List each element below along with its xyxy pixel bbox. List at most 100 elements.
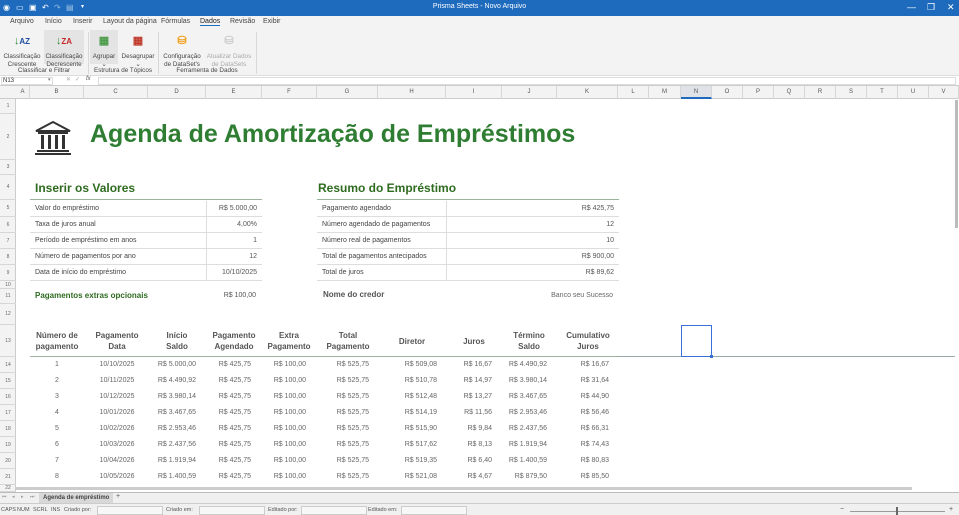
row-header-9[interactable]: 9 <box>0 265 16 281</box>
column-header-p[interactable]: P <box>743 86 774 99</box>
table-cell[interactable]: 5 <box>27 425 87 432</box>
menu-revisao[interactable]: Revisão <box>230 18 255 25</box>
next-sheet-icon[interactable]: ▸ <box>21 494 24 500</box>
row-header-15[interactable]: 15 <box>0 373 16 389</box>
column-header-i[interactable]: I <box>446 86 502 99</box>
row-header-20[interactable]: 20 <box>0 453 16 469</box>
table-cell[interactable]: R$ 425,75 <box>191 361 251 368</box>
table-cell[interactable]: R$ 525,75 <box>309 377 369 384</box>
column-header-m[interactable]: M <box>649 86 681 99</box>
table-cell[interactable]: 8 <box>27 473 87 480</box>
input-value[interactable]: 4,00% <box>237 217 257 233</box>
column-header-a[interactable]: A <box>16 86 30 99</box>
column-header-v[interactable]: V <box>929 86 959 99</box>
table-cell[interactable]: R$ 2.953,46 <box>487 409 547 416</box>
fill-handle[interactable] <box>710 355 713 358</box>
table-cell[interactable]: R$ 521,08 <box>377 473 437 480</box>
row-header-3[interactable]: 3 <box>0 160 16 175</box>
first-sheet-icon[interactable]: ⏮ <box>2 494 7 500</box>
table-cell[interactable]: R$ 525,75 <box>309 441 369 448</box>
row-header-5[interactable]: 5 <box>0 200 16 217</box>
table-cell[interactable]: R$ 425,75 <box>191 457 251 464</box>
column-header-j[interactable]: J <box>502 86 557 99</box>
table-cell[interactable]: R$ 6,40 <box>432 457 492 464</box>
table-cell[interactable]: R$ 525,75 <box>309 425 369 432</box>
column-header-e[interactable]: E <box>206 86 262 99</box>
table-cell[interactable]: R$ 425,75 <box>191 409 251 416</box>
table-cell[interactable]: R$ 2.437,56 <box>136 441 196 448</box>
column-header-b[interactable]: B <box>30 86 84 99</box>
table-cell[interactable]: R$ 517,62 <box>377 441 437 448</box>
row-header-2[interactable]: 2 <box>0 114 16 160</box>
table-cell[interactable]: R$ 510,78 <box>377 377 437 384</box>
column-header-l[interactable]: L <box>618 86 649 99</box>
confirm-icon[interactable]: ✓ <box>75 76 80 83</box>
table-cell[interactable]: R$ 3.980,14 <box>487 377 547 384</box>
menu-inserir[interactable]: Inserir <box>73 18 92 25</box>
row-header-18[interactable]: 18 <box>0 421 16 437</box>
row-header-14[interactable]: 14 <box>0 357 16 373</box>
table-cell[interactable]: R$ 425,75 <box>191 377 251 384</box>
table-cell[interactable]: R$ 100,00 <box>246 409 306 416</box>
row-header-13[interactable]: 13 <box>0 325 16 357</box>
table-cell[interactable]: R$ 525,75 <box>309 457 369 464</box>
menu-layout[interactable]: Layout da página <box>103 18 157 25</box>
refresh-datasets-button[interactable]: ⛁ Atualizar Dados de DataSets <box>206 30 252 68</box>
zoom-slider-thumb[interactable] <box>896 507 898 515</box>
row-header-21[interactable]: 21 <box>0 469 16 485</box>
table-cell[interactable]: R$ 8,13 <box>432 441 492 448</box>
close-icon[interactable]: ✕ <box>947 2 955 13</box>
column-header-f[interactable]: F <box>262 86 317 99</box>
column-header-k[interactable]: K <box>557 86 618 99</box>
table-cell[interactable]: 1 <box>27 361 87 368</box>
table-cell[interactable]: R$ 100,00 <box>246 457 306 464</box>
table-cell[interactable]: R$ 425,75 <box>191 425 251 432</box>
row-header-17[interactable]: 17 <box>0 405 16 421</box>
menu-arquivo[interactable]: Arquivo <box>10 18 34 25</box>
row-header-10[interactable]: 10 <box>0 281 16 289</box>
column-header-h[interactable]: H <box>378 86 446 99</box>
dataset-config-button[interactable]: ⛁ Configuração de DataSet's <box>162 30 202 68</box>
row-header-6[interactable]: 6 <box>0 217 16 233</box>
table-cell[interactable]: R$ 100,00 <box>246 377 306 384</box>
menu-formulas[interactable]: Fórmulas <box>161 18 190 25</box>
minimize-icon[interactable]: — <box>907 2 916 12</box>
cancel-icon[interactable]: ✕ <box>66 76 71 83</box>
input-value[interactable]: 12 <box>249 249 257 265</box>
column-header-o[interactable]: O <box>712 86 743 99</box>
table-cell[interactable]: 6 <box>27 441 87 448</box>
table-cell[interactable]: R$ 4.490,92 <box>487 361 547 368</box>
table-cell[interactable]: R$ 80,83 <box>549 457 609 464</box>
sheet-grid[interactable] <box>16 99 955 492</box>
table-cell[interactable]: R$ 44,90 <box>549 393 609 400</box>
table-cell[interactable]: R$ 14,97 <box>432 377 492 384</box>
column-header-n[interactable]: N <box>681 86 712 99</box>
last-sheet-icon[interactable]: ⏭ <box>30 494 35 500</box>
column-header-r[interactable]: R <box>805 86 836 99</box>
group-button[interactable]: ▦ Agrupar ⌄ <box>90 30 118 68</box>
table-cell[interactable]: R$ 509,08 <box>377 361 437 368</box>
horizontal-scrollbar[interactable] <box>16 487 912 490</box>
table-cell[interactable]: R$ 16,67 <box>549 361 609 368</box>
table-cell[interactable]: R$ 1.919,94 <box>487 441 547 448</box>
chevron-down-icon[interactable]: ▾ <box>48 77 51 83</box>
table-cell[interactable]: 3 <box>27 393 87 400</box>
table-cell[interactable]: R$ 2.953,46 <box>136 425 196 432</box>
row-header-7[interactable]: 7 <box>0 233 16 249</box>
selected-cell-n13[interactable] <box>681 325 712 357</box>
table-cell[interactable]: R$ 4,67 <box>432 473 492 480</box>
zoom-in-icon[interactable]: + <box>949 506 953 513</box>
zoom-out-icon[interactable]: − <box>840 506 844 513</box>
table-cell[interactable]: R$ 9,84 <box>432 425 492 432</box>
table-cell[interactable]: R$ 425,75 <box>191 473 251 480</box>
table-cell[interactable]: R$ 13,27 <box>432 393 492 400</box>
table-cell[interactable]: R$ 2.437,56 <box>487 425 547 432</box>
table-cell[interactable]: R$ 5.000,00 <box>136 361 196 368</box>
table-cell[interactable]: R$ 100,00 <box>246 441 306 448</box>
add-sheet-button[interactable]: + <box>116 493 120 500</box>
menu-inicio[interactable]: Início <box>45 18 62 25</box>
input-value[interactable]: 1 <box>253 233 257 249</box>
table-cell[interactable]: R$ 3.467,65 <box>136 409 196 416</box>
sort-descending-button[interactable]: ↓ZA Classificação Decrescente <box>44 30 84 68</box>
name-box[interactable]: N13 <box>1 77 53 85</box>
